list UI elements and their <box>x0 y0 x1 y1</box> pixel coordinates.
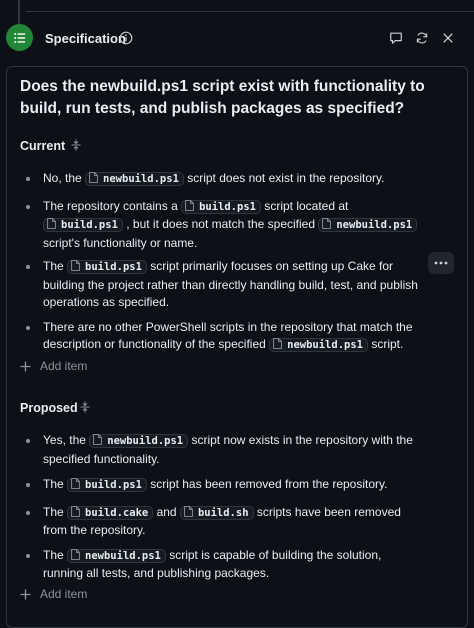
sync-icon[interactable] <box>415 31 429 45</box>
item-text: The <box>43 547 68 562</box>
item-text: , but it does not match the specified <box>122 217 319 231</box>
file-reference[interactable]: newbuild.ps1 <box>89 434 189 448</box>
list-item: The build.ps1 script primarily focuses o… <box>0 258 474 312</box>
expand-icon[interactable] <box>79 401 91 413</box>
item-text: script located at <box>260 198 349 213</box>
add-item-label: Add item <box>40 587 88 601</box>
plus-icon <box>20 361 31 371</box>
list-item: The newbuild.ps1 script is capable of bu… <box>0 547 474 583</box>
item-text: The <box>43 259 68 273</box>
file-reference[interactable]: build.cake <box>67 505 154 520</box>
plus-icon <box>20 589 31 599</box>
spec-badge <box>6 24 33 51</box>
comment-icon[interactable] <box>389 31 403 45</box>
file-reference[interactable]: newbuild.ps1 <box>318 218 418 232</box>
file-icon <box>273 338 282 349</box>
file-reference[interactable]: newbuild.ps1 <box>269 338 368 352</box>
more-options-button[interactable] <box>428 252 454 274</box>
item-text: The repository contains a <box>43 198 182 213</box>
item-text: script's functionality or name. <box>43 235 198 250</box>
list-item: The build.ps1 script has been removed fr… <box>0 476 474 495</box>
add-item-current[interactable]: Add item <box>20 359 87 373</box>
current-heading: Current <box>20 139 66 153</box>
top-divider <box>26 0 474 12</box>
file-icon <box>184 505 193 517</box>
timeline-connector <box>18 0 20 24</box>
list-icon <box>13 32 25 43</box>
list-item: The build.cake and build.sh scripts have… <box>0 504 474 540</box>
list-item: There are no other PowerShell scripts in… <box>0 319 474 355</box>
file-icon <box>322 218 332 229</box>
item-text: script has been removed from the reposit… <box>146 477 388 491</box>
item-text: Yes, the <box>43 433 90 447</box>
file-icon <box>71 260 80 271</box>
kebab-horizontal-icon <box>434 261 448 265</box>
item-text: The <box>43 504 68 519</box>
expand-icon[interactable] <box>70 139 82 151</box>
panel-title: Specification <box>45 31 126 46</box>
file-reference[interactable]: newbuild.ps1 <box>85 172 184 186</box>
add-item-label: Add item <box>40 359 88 373</box>
item-text: script. <box>367 337 404 351</box>
close-icon[interactable] <box>441 31 455 45</box>
file-reference[interactable]: build.ps1 <box>67 260 147 274</box>
add-item-proposed[interactable]: Add item <box>20 587 87 601</box>
item-text: script does not exist in the repository. <box>183 171 385 185</box>
current-list: No, the newbuild.ps1 script does not exi… <box>0 170 474 355</box>
file-icon <box>185 199 194 211</box>
file-reference[interactable]: newbuild.ps1 <box>67 548 166 563</box>
file-icon <box>89 172 98 183</box>
list-item: No, the newbuild.ps1 script does not exi… <box>0 170 474 189</box>
file-icon <box>71 478 80 489</box>
file-icon <box>93 434 103 445</box>
item-text: and <box>153 504 180 519</box>
item-text: The <box>43 477 68 491</box>
proposed-heading: Proposed <box>20 401 78 415</box>
file-icon <box>71 505 80 517</box>
info-icon[interactable] <box>119 31 133 45</box>
file-reference[interactable]: build.sh <box>179 505 254 520</box>
file-reference[interactable]: build.ps1 <box>43 218 123 232</box>
file-icon <box>47 218 56 229</box>
file-icon <box>71 548 80 560</box>
list-item: Yes, the newbuild.ps1 script now exists … <box>0 432 474 468</box>
item-text: No, the <box>43 171 86 185</box>
list-item: The repository contains a build.ps1 scri… <box>0 198 474 253</box>
spec-question: Does the newbuild.ps1 script exist with … <box>20 78 425 117</box>
file-reference[interactable]: build.ps1 <box>67 478 147 492</box>
proposed-list: Yes, the newbuild.ps1 script now exists … <box>0 432 474 583</box>
file-reference[interactable]: build.ps1 <box>181 199 261 214</box>
